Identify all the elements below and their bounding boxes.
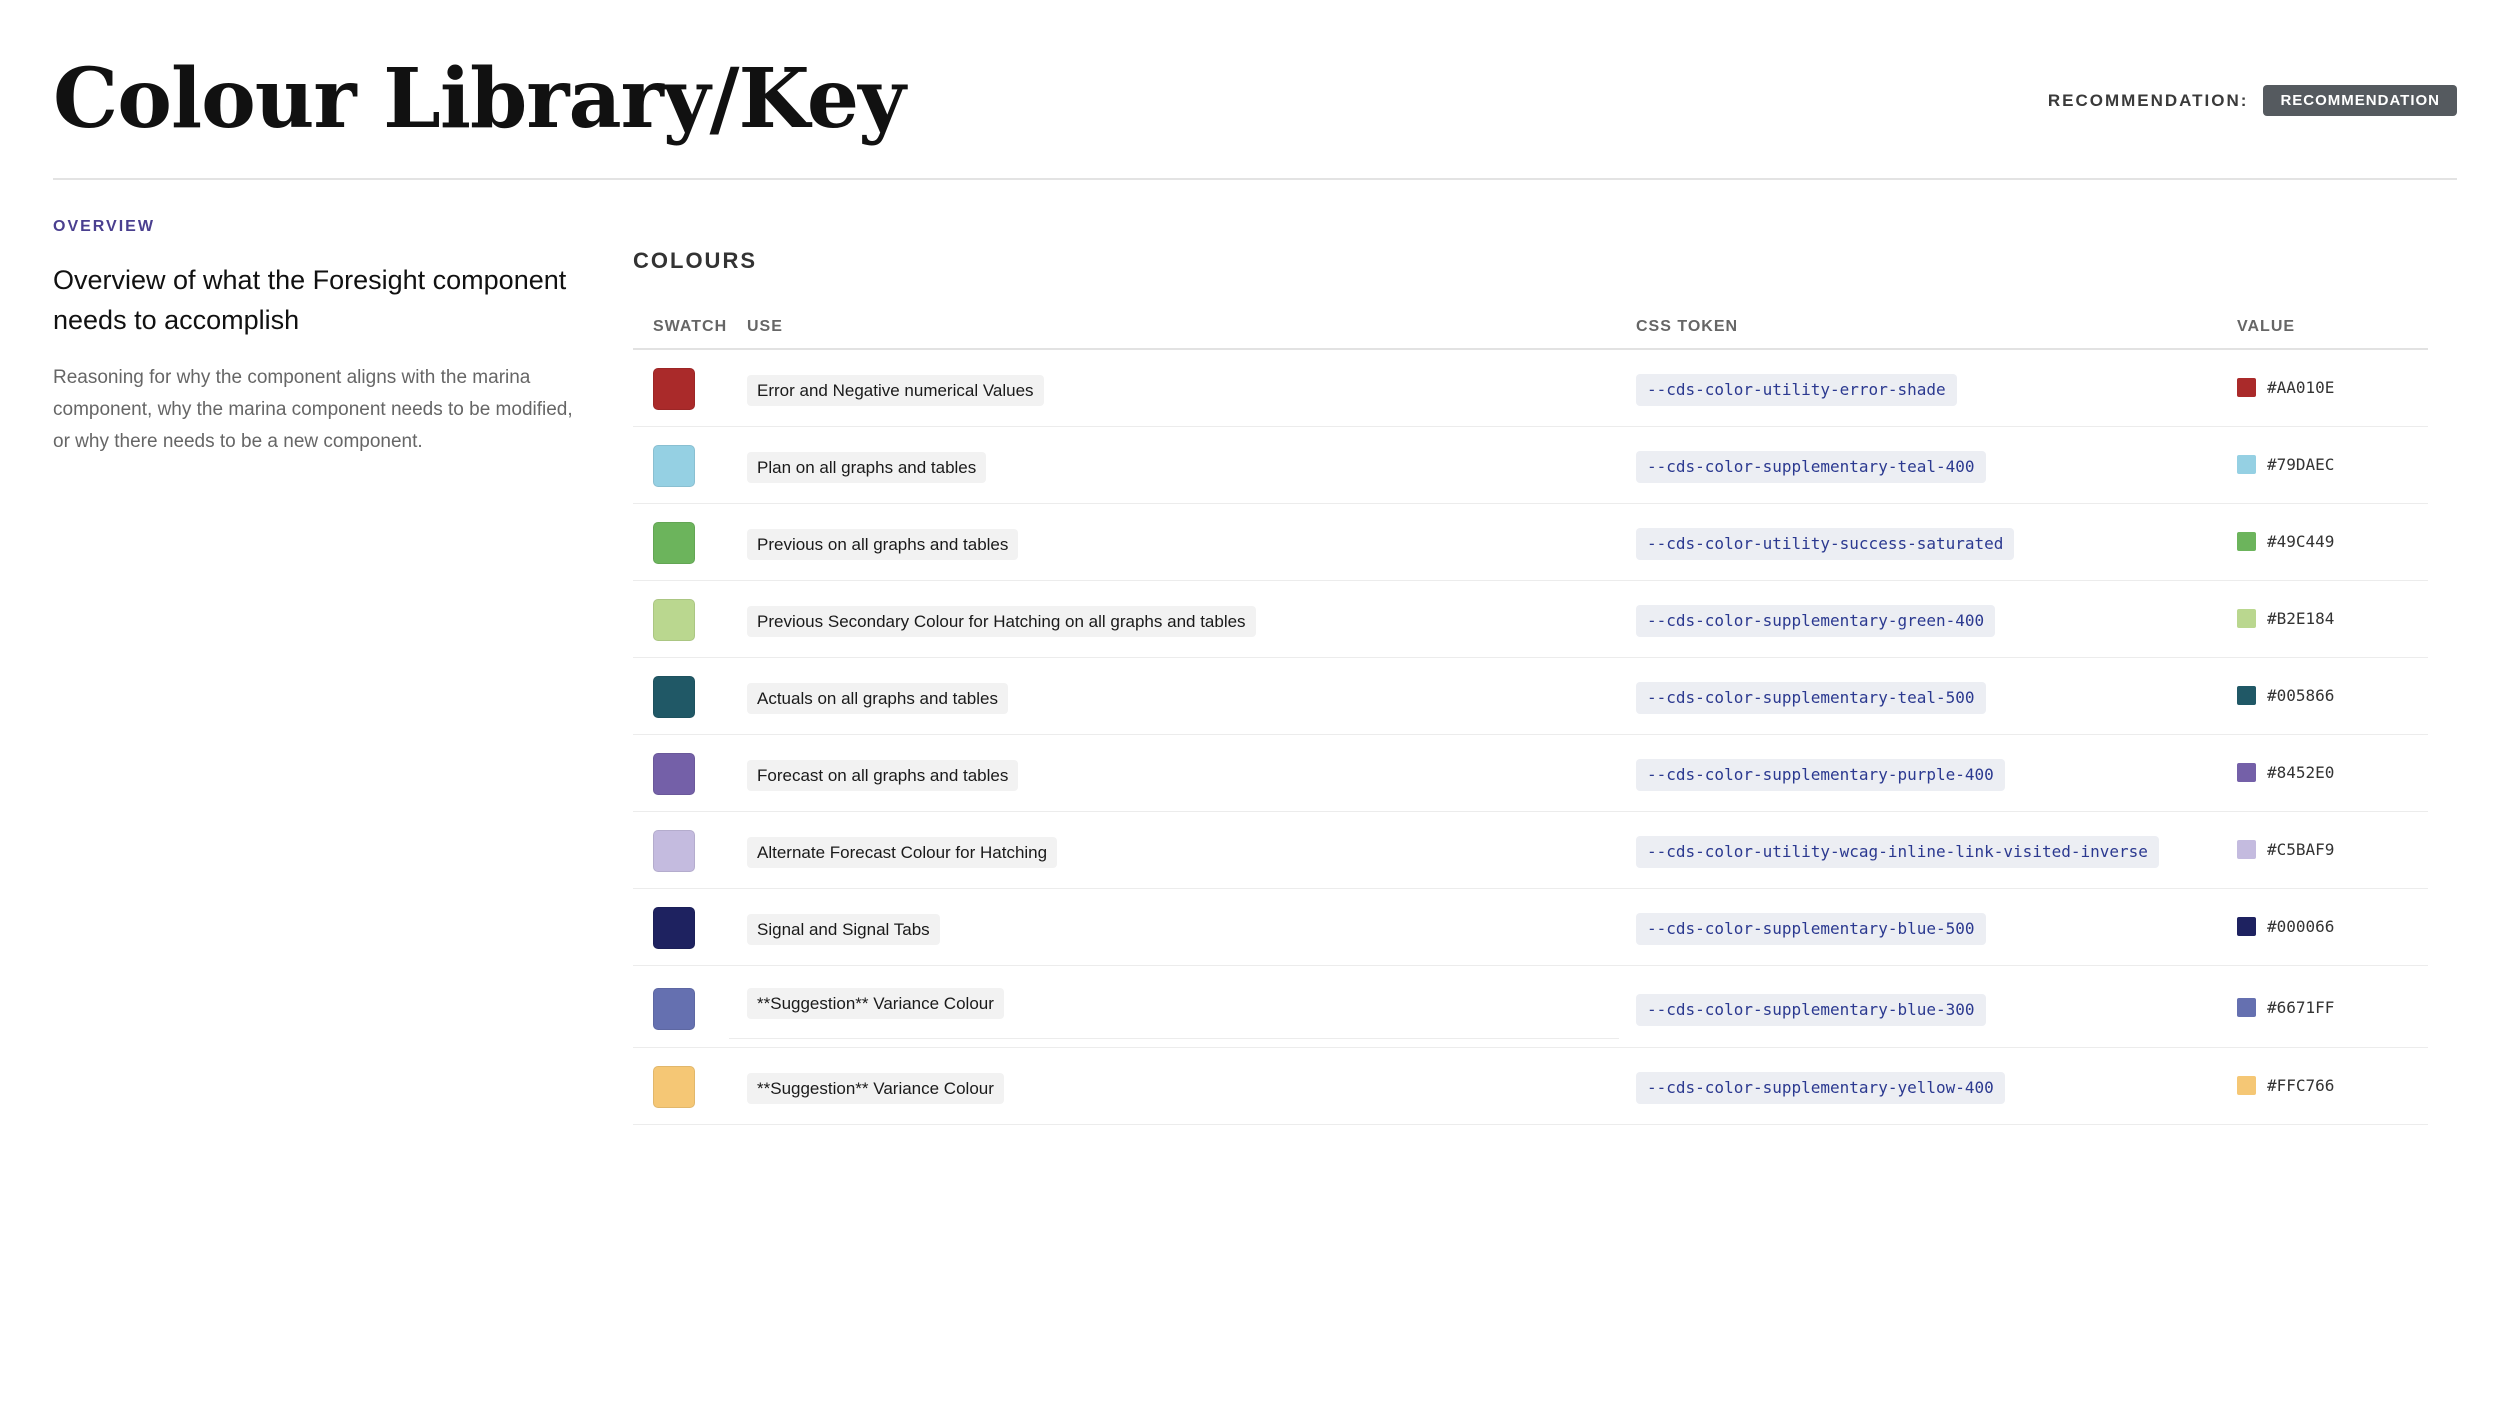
colour-swatch <box>653 907 695 949</box>
hex-value: #C5BAF9 <box>2267 840 2335 859</box>
colour-value: #6671FF <box>2237 998 2334 1017</box>
hex-value: #B2E184 <box>2267 609 2335 628</box>
colour-value: #79DAEC <box>2237 455 2334 474</box>
css-token: --cds-color-supplementary-blue-300 <box>1636 994 1986 1026</box>
table-row: Signal and Signal Tabs --cds-color-supple… <box>633 889 2428 966</box>
value-chip <box>2237 378 2256 397</box>
page-header: Colour Library/Key RECOMMENDATION: RECOM… <box>53 40 2457 178</box>
use-tag: Alternate Forecast Colour for Hatching <box>747 837 1058 868</box>
column-header-use: USE <box>747 318 783 335</box>
colour-table-body: Error and Negative numerical Values --cds… <box>633 350 2428 1125</box>
value-chip <box>2237 455 2256 474</box>
use-tag: Plan on all graphs and tables <box>747 452 987 483</box>
value-chip <box>2237 840 2256 859</box>
css-token: --cds-color-supplementary-purple-400 <box>1636 759 2005 791</box>
colour-value: #005866 <box>2237 686 2334 705</box>
value-chip <box>2237 763 2256 782</box>
use-divider <box>729 1038 1619 1039</box>
recommendation-label: RECOMMENDATION: <box>2047 90 2249 110</box>
css-token: --cds-color-utility-error-shade <box>1636 374 1957 406</box>
css-token: --cds-color-supplementary-yellow-400 <box>1636 1072 2005 1104</box>
header-divider <box>53 178 2457 180</box>
use-tag: Previous on all graphs and tables <box>747 529 1019 560</box>
hex-value: #000066 <box>2267 917 2335 936</box>
colour-swatch <box>653 830 695 872</box>
value-chip <box>2237 917 2256 936</box>
table-row: Previous on all graphs and tables --cds-c… <box>633 504 2428 581</box>
css-token: --cds-color-supplementary-green-400 <box>1636 605 1996 637</box>
colour-value: #49C449 <box>2237 532 2334 551</box>
value-chip <box>2237 1076 2256 1095</box>
css-token: --cds-color-supplementary-teal-400 <box>1636 451 1986 483</box>
hex-value: #AA010E <box>2267 378 2335 397</box>
value-chip <box>2237 998 2256 1017</box>
column-header-css-token: CSS TOKEN <box>1636 318 1739 335</box>
hex-value: #79DAEC <box>2267 455 2335 474</box>
hex-value: #FFC766 <box>2267 1076 2335 1095</box>
colour-value: #8452E0 <box>2237 763 2334 782</box>
use-tag: **Suggestion** Variance Colour <box>747 988 1004 1019</box>
colour-swatch <box>653 988 695 1030</box>
css-token: --cds-color-supplementary-blue-500 <box>1636 913 1986 945</box>
colour-swatch <box>653 1066 695 1108</box>
overview-heading: Overview of what the Foresight component… <box>53 265 567 335</box>
colour-value: #000066 <box>2237 917 2334 936</box>
table-row: Alternate Forecast Colour for Hatching --… <box>633 812 2428 889</box>
table-row: Actuals on all graphs and tables --cds-co… <box>633 658 2428 735</box>
use-tag: Forecast on all graphs and tables <box>747 760 1019 791</box>
table-row: Previous Secondary Colour for Hatching o… <box>633 581 2428 658</box>
table-row: Forecast on all graphs and tables --cds-c… <box>633 735 2428 812</box>
value-chip <box>2237 609 2256 628</box>
colour-swatch <box>653 753 695 795</box>
colours-section: COLOURS SWATCH USE CSS TOKEN VALUE Error… <box>633 248 2428 1125</box>
colour-swatch <box>653 522 695 564</box>
table-row: Error and Negative numerical Values --cds… <box>633 350 2428 427</box>
hex-value: #005866 <box>2267 686 2335 705</box>
colour-value: #B2E184 <box>2237 609 2334 628</box>
value-chip <box>2237 532 2256 551</box>
use-tag: **Suggestion** Variance Colour <box>747 1073 1004 1104</box>
hex-value: #49C449 <box>2267 532 2335 551</box>
overview-kicker: OVERVIEW <box>53 218 155 235</box>
colour-value: #AA010E <box>2237 378 2334 397</box>
overview-panel: OVERVIEW Overview of what the Foresight … <box>53 218 573 458</box>
hex-value: #6671FF <box>2267 998 2335 1017</box>
use-tag: Previous Secondary Colour for Hatching o… <box>747 606 1256 637</box>
use-tag: Error and Negative numerical Values <box>747 375 1044 406</box>
overview-body: Reasoning for why the component aligns w… <box>53 367 573 452</box>
colours-title: COLOURS <box>633 248 757 273</box>
recommendation-group: RECOMMENDATION: RECOMMENDATION <box>2048 85 2457 116</box>
hex-value: #8452E0 <box>2267 763 2335 782</box>
use-tag: Signal and Signal Tabs <box>747 914 940 945</box>
css-token: --cds-color-utility-success-saturated <box>1636 528 2015 560</box>
column-header-value: VALUE <box>2237 318 2296 335</box>
colour-value: #FFC766 <box>2237 1076 2334 1095</box>
use-tag: Actuals on all graphs and tables <box>747 683 1008 714</box>
colour-table-header: SWATCH USE CSS TOKEN VALUE <box>633 312 2428 350</box>
recommendation-badge: RECOMMENDATION <box>2263 85 2457 116</box>
colour-swatch <box>653 368 695 410</box>
value-chip <box>2237 686 2256 705</box>
colour-swatch <box>653 445 695 487</box>
css-token: --cds-color-utility-wcag-inline-link-vis… <box>1636 836 2159 868</box>
table-row: **Suggestion** Variance Colour --cds-colo… <box>633 966 2428 1048</box>
colour-swatch <box>653 599 695 641</box>
colour-value: #C5BAF9 <box>2237 840 2334 859</box>
page-title: Colour Library/Key <box>53 51 906 147</box>
column-header-swatch: SWATCH <box>653 318 728 335</box>
colour-swatch <box>653 676 695 718</box>
table-row: **Suggestion** Variance Colour --cds-colo… <box>633 1048 2428 1125</box>
css-token: --cds-color-supplementary-teal-500 <box>1636 682 1986 714</box>
table-row: Plan on all graphs and tables --cds-color… <box>633 427 2428 504</box>
